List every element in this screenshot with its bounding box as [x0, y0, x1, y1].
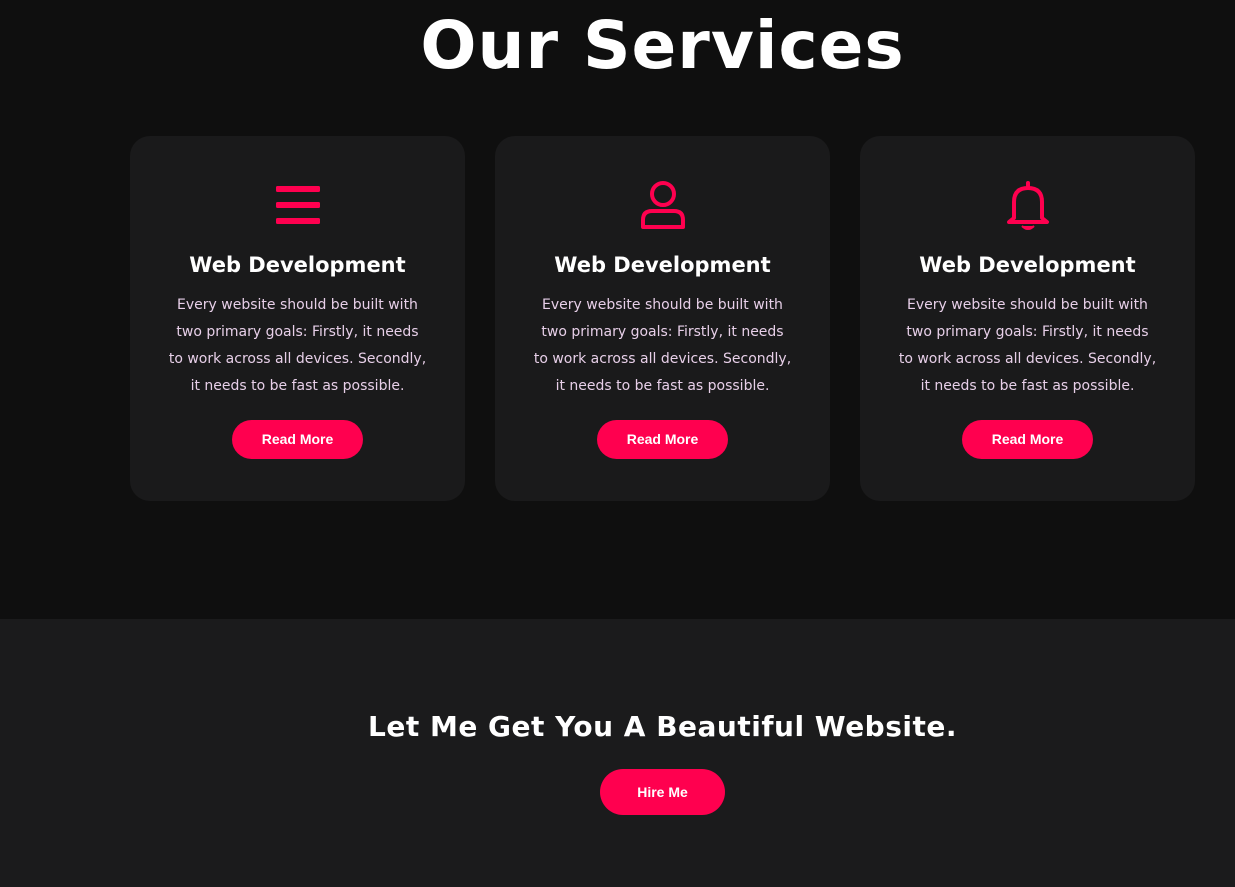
read-more-button[interactable]: Read More [232, 420, 363, 459]
card-title: Web Development [919, 253, 1136, 277]
bell-icon [1002, 180, 1054, 232]
card-description: Every website should be built with two p… [898, 297, 1157, 394]
cta-title: Let Me Get You A Beautiful Website. [367, 710, 957, 743]
service-card: Web Development Every website should be … [130, 136, 465, 501]
read-more-button[interactable]: Read More [962, 420, 1093, 459]
card-title: Web Development [189, 253, 406, 277]
cta-section: Let Me Get You A Beautiful Website. Hire… [0, 619, 1235, 887]
services-section: Our Services Web Development Every websi… [0, 0, 1235, 619]
user-icon [637, 180, 689, 232]
card-title: Web Development [554, 253, 771, 277]
service-card: Web Development Every website should be … [495, 136, 830, 501]
read-more-button[interactable]: Read More [597, 420, 728, 459]
service-card: Web Development Every website should be … [860, 136, 1195, 501]
hire-me-button[interactable]: Hire Me [600, 769, 725, 815]
services-title: Our Services [420, 7, 905, 84]
menu-icon [272, 180, 324, 232]
card-description: Every website should be built with two p… [533, 297, 792, 394]
card-description: Every website should be built with two p… [168, 297, 427, 394]
